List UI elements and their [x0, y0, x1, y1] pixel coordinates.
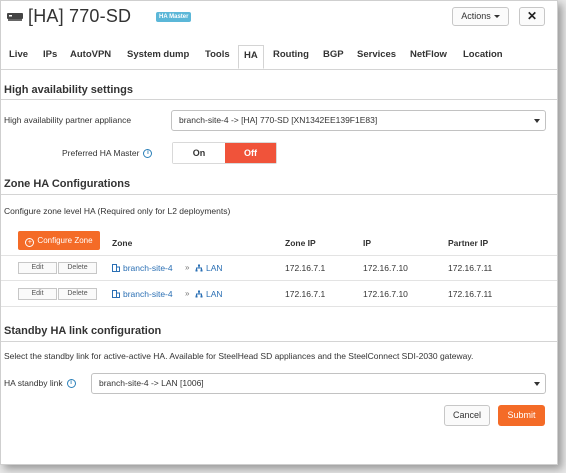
preferred-master-toggle: On Off	[172, 142, 277, 164]
ha-master-badge: HA Master	[156, 12, 192, 22]
site-name: branch-site-4	[123, 263, 173, 273]
info-icon[interactable]: i	[66, 379, 76, 389]
zone-site-link[interactable]: branch-site-4	[112, 263, 173, 273]
ha-settings-heading: High availability settings	[4, 84, 133, 96]
preferred-master-text: Preferred HA Master	[62, 148, 140, 158]
appliance-icon	[7, 13, 23, 21]
delete-button[interactable]: Delete	[58, 262, 97, 274]
zone-name: LAN	[206, 263, 223, 273]
chevron-down-icon	[534, 382, 540, 386]
tab-tools[interactable]: Tools	[205, 49, 230, 60]
partner-appliance-value: branch-site-4 -> [HA] 770-SD [XN1342EE13…	[179, 115, 378, 125]
actions-dropdown-button[interactable]: Actions	[452, 7, 509, 26]
row-divider	[1, 280, 557, 281]
zone-site-link[interactable]: branch-site-4	[112, 289, 173, 299]
partner-ip-cell: 172.16.7.11	[448, 289, 493, 299]
site-name: branch-site-4	[123, 289, 173, 299]
ip-cell: 172.16.7.10	[363, 289, 408, 299]
appliance-dialog: [HA] 770-SD HA Master Actions ✕ Live IPs…	[0, 0, 558, 465]
tab-live[interactable]: Live	[9, 49, 28, 60]
zone-link[interactable]: LAN	[195, 263, 223, 273]
cancel-button[interactable]: Cancel	[444, 405, 490, 426]
tab-location[interactable]: Location	[463, 49, 503, 60]
info-icon[interactable]: i	[143, 149, 153, 159]
tab-routing[interactable]: Routing	[273, 49, 309, 60]
zone-ip-cell: 172.16.7.1	[285, 289, 326, 299]
plus-circle-icon: +	[25, 238, 35, 247]
toggle-off-button[interactable]: Off	[225, 143, 276, 163]
tab-bgp[interactable]: BGP	[323, 49, 344, 60]
chevron-down-icon	[534, 119, 540, 123]
arrow-right-icon: »	[185, 263, 190, 272]
network-icon	[195, 290, 203, 298]
standby-link-label: HA standby link i	[4, 378, 76, 389]
tab-ha[interactable]: HA	[238, 45, 264, 69]
network-icon	[195, 264, 203, 272]
standby-link-select[interactable]: branch-site-4 -> LAN [1006]	[91, 373, 546, 394]
arrow-right-icon: »	[185, 289, 190, 298]
zone-ha-description: Configure zone level HA (Required only f…	[4, 206, 231, 216]
preferred-master-label: Preferred HA Master i	[62, 148, 153, 159]
zone-name: LAN	[206, 289, 223, 299]
standby-link-text: HA standby link	[4, 378, 63, 388]
tab-services[interactable]: Services	[357, 49, 396, 60]
actions-label: Actions	[461, 11, 491, 21]
toggle-on-button[interactable]: On	[173, 143, 225, 163]
submit-button[interactable]: Submit	[498, 405, 545, 426]
tab-netflow[interactable]: NetFlow	[410, 49, 447, 60]
column-header-zone: Zone	[112, 238, 133, 248]
divider	[1, 194, 557, 195]
close-button[interactable]: ✕	[519, 7, 545, 26]
chevron-down-icon	[493, 15, 500, 19]
configure-zone-button[interactable]: + Configure Zone	[18, 231, 100, 250]
partner-appliance-select[interactable]: branch-site-4 -> [HA] 770-SD [XN1342EE13…	[171, 110, 546, 131]
partner-ip-cell: 172.16.7.11	[448, 263, 493, 273]
zone-ha-heading: Zone HA Configurations	[4, 178, 131, 190]
configure-zone-label: Configure Zone	[37, 236, 93, 245]
tab-system-dump[interactable]: System dump	[127, 49, 189, 60]
standby-description: Select the standby link for active-activ…	[4, 351, 474, 361]
row-divider	[1, 306, 557, 307]
zone-link[interactable]: LAN	[195, 289, 223, 299]
edit-button[interactable]: Edit	[18, 262, 57, 274]
divider	[1, 341, 557, 342]
edit-button[interactable]: Edit	[18, 288, 57, 300]
ip-cell: 172.16.7.10	[363, 263, 408, 273]
zone-ip-cell: 172.16.7.1	[285, 263, 326, 273]
tab-ips[interactable]: IPs	[43, 49, 57, 60]
column-header-partner-ip: Partner IP	[448, 238, 489, 248]
building-icon	[112, 290, 120, 298]
building-icon	[112, 264, 120, 272]
partner-appliance-label: High availability partner appliance	[4, 115, 132, 125]
tab-bar: Live IPs AutoVPN System dump Tools HA Ro…	[1, 45, 557, 70]
page-title: [HA] 770-SD	[28, 6, 132, 26]
column-header-ip: IP	[363, 238, 372, 248]
standby-heading: Standby HA link configuration	[4, 325, 162, 337]
standby-link-value: branch-site-4 -> LAN [1006]	[99, 378, 204, 388]
divider	[1, 99, 557, 100]
tab-autovpn[interactable]: AutoVPN	[70, 49, 111, 60]
dialog-header: [HA] 770-SD HA Master Actions ✕	[1, 1, 557, 35]
column-header-zone-ip: Zone IP	[285, 238, 316, 248]
table-header-rule	[1, 255, 557, 256]
delete-button[interactable]: Delete	[58, 288, 97, 300]
